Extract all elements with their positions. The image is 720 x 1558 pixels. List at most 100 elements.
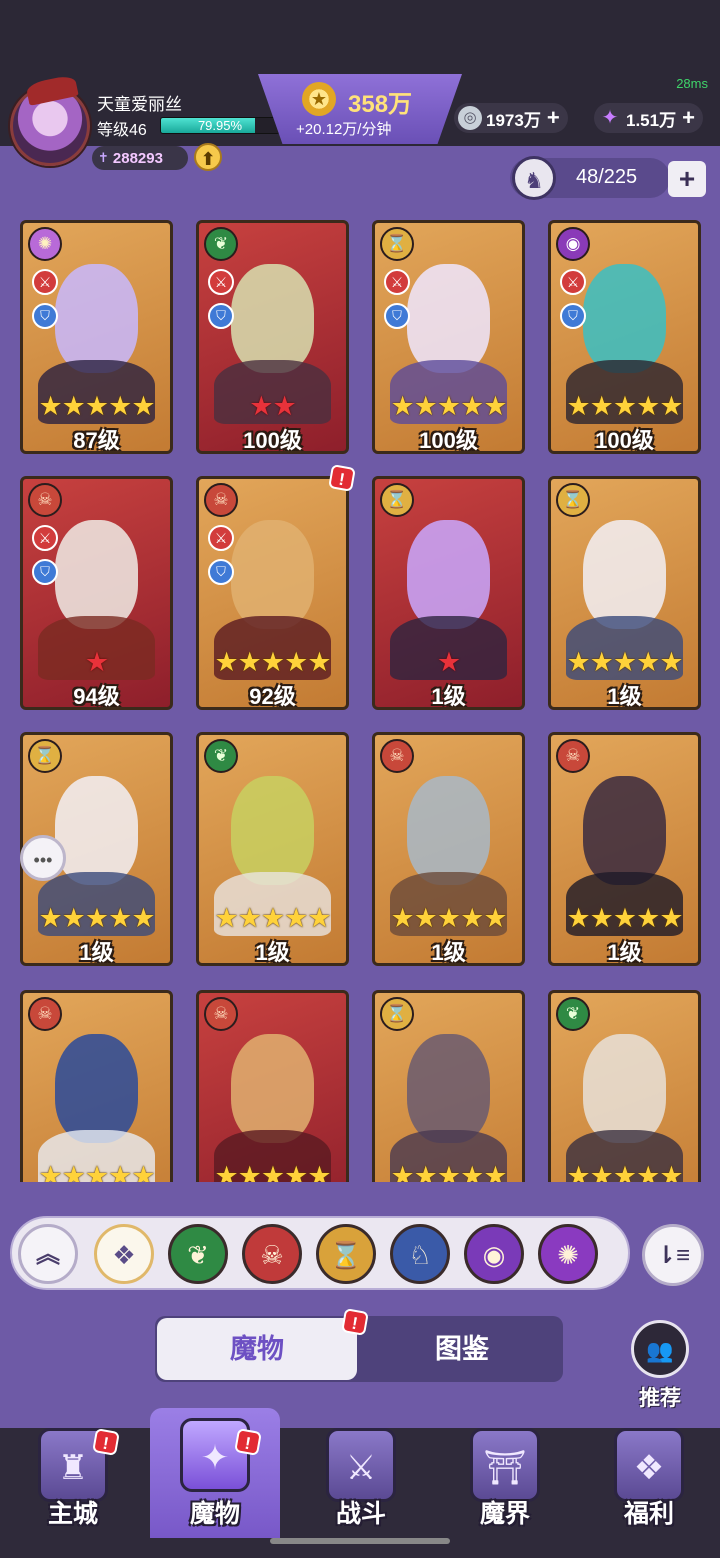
monster-bag-icon: ♞ <box>512 156 556 200</box>
star-icon: ★ <box>260 1161 285 1182</box>
star-icon: ★ <box>436 391 461 421</box>
shield-icon: ⛉ <box>208 559 234 585</box>
shield-icon: ⛉ <box>32 303 58 329</box>
star-icon: ★ <box>284 903 308 933</box>
monster-level: 94级 <box>73 684 120 709</box>
expand-capacity-button[interactable]: + <box>668 161 706 197</box>
star-icon: ★ <box>636 391 660 421</box>
swirl-icon[interactable]: ✺ <box>538 1224 598 1284</box>
green-leaf-icon: ❦ <box>204 227 238 261</box>
star-icon: ★ <box>636 903 660 933</box>
monster-card[interactable]: ✺ ⚔ ⛉ ★★★★★ 87级 <box>20 220 173 454</box>
monster-card[interactable]: ☠ ⚔ ⛉ ★ 94级 <box>20 476 173 710</box>
monster-level: 92级 <box>249 684 296 709</box>
monster-card[interactable]: ☠ ★★★★★ <box>196 990 349 1182</box>
star-icon: ★ <box>108 1161 132 1182</box>
nav-item[interactable]: ♜ 主城! <box>8 1420 138 1550</box>
star-icon: ★ <box>659 391 683 421</box>
star-rating: ★★★★★ <box>23 903 170 933</box>
star-rating: ★★★★★ <box>551 647 698 677</box>
monster-card[interactable]: ☠ ★★★★★ <box>20 990 173 1182</box>
star-rating: ★ <box>375 647 522 677</box>
recommend-button[interactable]: 👥 <box>631 1320 689 1378</box>
gem-resource[interactable]: ✦ 1.51万 + <box>594 103 703 133</box>
player-level: 等级46 <box>97 122 147 139</box>
star-icon: ★ <box>108 903 132 933</box>
nav-label: 福利 <box>623 1500 674 1528</box>
green-leaf-icon: ❦ <box>204 739 238 773</box>
star-icon: ★ <box>61 391 86 421</box>
nav-item[interactable]: ❖ 福利 <box>584 1420 714 1550</box>
attack-role-icon: ⚔ <box>208 269 234 295</box>
attack-role-icon: ⚔ <box>208 525 234 551</box>
monster-card[interactable]: ☠ ★★★★★ 1级 <box>372 732 525 966</box>
monster-level: 1级 <box>79 940 114 965</box>
sort-button[interactable]: ⇂≡ <box>642 1224 704 1286</box>
star-icon: ★ <box>460 1161 484 1182</box>
combat-power[interactable]: ✝ 288293 <box>92 146 188 170</box>
monster-card[interactable]: ⌛ ★★★★★ 1级 <box>548 476 701 710</box>
gold-hourglass-icon: ⌛ <box>380 227 414 261</box>
ping-indicator: 28ms <box>676 76 708 91</box>
star-icon: ★ <box>307 647 331 677</box>
monster-card[interactable]: ❦ ★★★★★ <box>548 990 701 1182</box>
monster-card[interactable]: ⌛ ★★★★★ <box>372 990 525 1182</box>
monster-card[interactable]: ⌛ ⚔ ⛉ ★★★★★ 100级 <box>372 220 525 454</box>
chat-icon[interactable]: ••• <box>20 835 66 881</box>
star-icon: ★ <box>566 1161 590 1182</box>
monster-card[interactable]: ⌛ ★ 1级 <box>372 476 525 710</box>
shield-icon: ⛉ <box>384 303 410 329</box>
star-icon: ★ <box>237 647 262 677</box>
silver-coin-icon: ◎ <box>458 106 482 130</box>
chest-icon: ❖ <box>614 1428 684 1502</box>
silver-value: 1973万 <box>486 110 541 130</box>
nav-label: 魔物 <box>189 1500 240 1528</box>
leaf-icon[interactable]: ❦ <box>168 1224 228 1284</box>
star-icon: ★ <box>84 1161 109 1182</box>
star-rating: ★★ <box>199 391 346 421</box>
gold-hourglass-icon: ⌛ <box>556 483 590 517</box>
star-rating: ★★★★★ <box>199 1161 346 1182</box>
monster-level: 100级 <box>419 428 478 453</box>
monster-card[interactable]: ☠ ★★★★★ 1级 <box>548 732 701 966</box>
diamond-grid-icon[interactable]: ❖ <box>94 1224 154 1284</box>
dragon-icon[interactable]: ♘ <box>390 1224 450 1284</box>
hourglass-icon[interactable]: ⌛ <box>316 1224 376 1284</box>
star-icon: ★ <box>84 391 109 421</box>
star-icon: ★ <box>38 1161 62 1182</box>
red-skull-icon: ☠ <box>556 739 590 773</box>
silver-resource[interactable]: ◎ 1973万 + <box>454 103 568 133</box>
nav-item[interactable]: ✦ 魔物! <box>150 1408 280 1538</box>
monster-level: 1级 <box>255 940 290 965</box>
star-icon: ★ <box>214 647 238 677</box>
skull-icon[interactable]: ☠ <box>242 1224 302 1284</box>
gold-coin-icon: ★ <box>302 82 336 116</box>
avatar[interactable] <box>10 86 90 166</box>
tab-monsters[interactable]: 魔物 <box>157 1318 357 1380</box>
star-rating: ★★★★★ <box>375 1161 522 1182</box>
gold-hourglass-icon: ⌛ <box>28 739 62 773</box>
star-rating: ★★★★★ <box>375 391 522 421</box>
star-icon: ★ <box>589 647 614 677</box>
star-icon: ★ <box>131 391 155 421</box>
nav-alert-icon: ! <box>92 1428 120 1456</box>
monster-card[interactable]: ❦ ★★★★★ 1级 <box>196 732 349 966</box>
star-icon: ★ <box>307 1161 331 1182</box>
tab-codex[interactable]: 图鉴 <box>362 1318 562 1380</box>
chevron-up-icon[interactable]: ︽ <box>18 1224 78 1284</box>
star-icon: ★ <box>589 391 614 421</box>
upgrade-arrow-icon[interactable]: ⬆ <box>194 143 222 171</box>
nav-item[interactable]: ⛩ 魔界 <box>440 1420 570 1550</box>
nav-label: 主城 <box>47 1500 98 1528</box>
add-silver-button[interactable]: + <box>547 105 560 131</box>
star-icon: ★ <box>237 1161 262 1182</box>
nav-item[interactable]: ⚔ 战斗 <box>296 1420 426 1550</box>
monster-card[interactable]: ☠ ⚔ ⛉ ★★★★★ 92级 <box>196 476 349 710</box>
sword-icon: ✝ <box>98 150 109 165</box>
star-icon: ★ <box>483 1161 507 1182</box>
add-gem-button[interactable]: + <box>682 105 695 131</box>
monster-card[interactable]: ❦ ⚔ ⛉ ★★ 100级 <box>196 220 349 454</box>
eye-icon[interactable]: ◉ <box>464 1224 524 1284</box>
star-icon: ★ <box>566 647 590 677</box>
monster-card[interactable]: ◉ ⚔ ⛉ ★★★★★ 100级 <box>548 220 701 454</box>
